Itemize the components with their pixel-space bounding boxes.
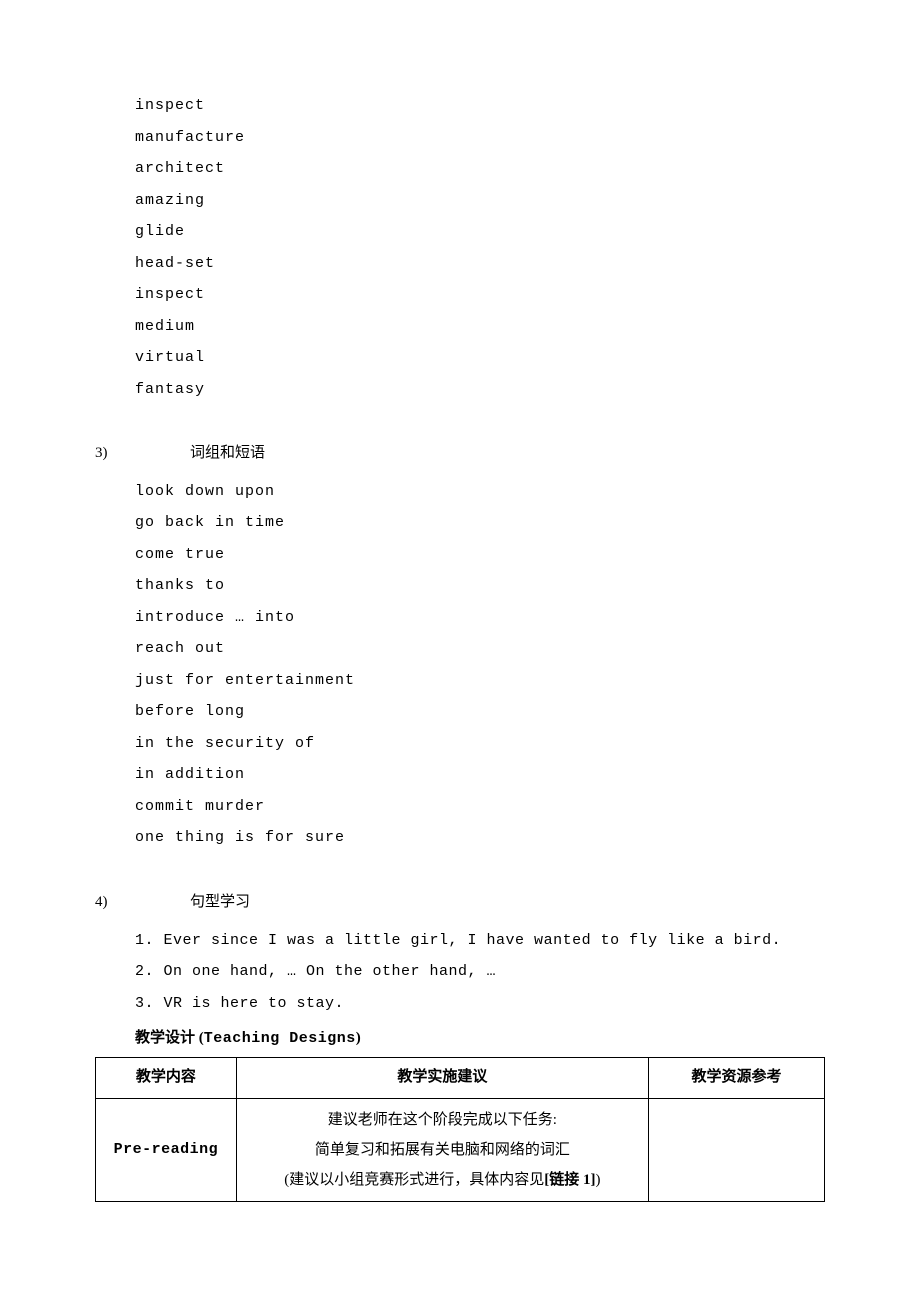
- phrase-item: in addition: [135, 759, 825, 791]
- section-3-header: 3) 词组和短语: [95, 440, 825, 468]
- sentence-item: 3. VR is here to stay.: [135, 988, 825, 1020]
- word-item: glide: [135, 216, 825, 248]
- design-header-close: ): [356, 1030, 361, 1046]
- phrase-item: look down upon: [135, 476, 825, 508]
- section-title: 词组和短语: [190, 440, 265, 468]
- word-item: head-set: [135, 248, 825, 280]
- link-reference: [链接 1]: [544, 1172, 595, 1188]
- word-item: amazing: [135, 185, 825, 217]
- design-header-en: Teaching Designs: [204, 1030, 356, 1047]
- table-row: Pre-reading 建议老师在这个阶段完成以下任务: 简单复习和拓展有关电脑…: [96, 1098, 825, 1201]
- phrase-item: before long: [135, 696, 825, 728]
- table-cell-content: Pre-reading: [96, 1098, 237, 1201]
- suggestion-text: (建议以小组竞赛形式进行，具体内容见: [284, 1172, 544, 1188]
- sentence-item: 1. Ever since I was a little girl, I hav…: [135, 925, 825, 957]
- word-item: fantasy: [135, 374, 825, 406]
- design-header-cn: 教学设计 (: [135, 1030, 204, 1046]
- table-header-suggestion: 教学实施建议: [236, 1057, 648, 1098]
- table-cell-suggestion: 建议老师在这个阶段完成以下任务: 简单复习和拓展有关电脑和网络的词汇 (建议以小…: [236, 1098, 648, 1201]
- sentence-list: 1. Ever since I was a little girl, I hav…: [135, 925, 825, 1020]
- phrase-item: come true: [135, 539, 825, 571]
- section-number: 4): [95, 889, 130, 917]
- phrase-item: introduce … into: [135, 602, 825, 634]
- phrase-item: thanks to: [135, 570, 825, 602]
- suggestion-line: 建议老师在这个阶段完成以下任务:: [245, 1105, 640, 1135]
- teaching-design-table: 教学内容 教学实施建议 教学资源参考 Pre-reading 建议老师在这个阶段…: [95, 1057, 825, 1202]
- table-header-content: 教学内容: [96, 1057, 237, 1098]
- word-item: inspect: [135, 90, 825, 122]
- phrase-list: look down upon go back in time come true…: [135, 476, 825, 854]
- teaching-design-header: 教学设计 (Teaching Designs): [135, 1025, 825, 1053]
- table-header-row: 教学内容 教学实施建议 教学资源参考: [96, 1057, 825, 1098]
- word-item: medium: [135, 311, 825, 343]
- phrase-item: one thing is for sure: [135, 822, 825, 854]
- phrase-item: just for entertainment: [135, 665, 825, 697]
- phrase-item: reach out: [135, 633, 825, 665]
- phrase-item: go back in time: [135, 507, 825, 539]
- phrase-item: in the security of: [135, 728, 825, 760]
- section-number: 3): [95, 440, 130, 468]
- word-item: virtual: [135, 342, 825, 374]
- suggestion-line: 简单复习和拓展有关电脑和网络的词汇: [245, 1135, 640, 1165]
- table-header-resource: 教学资源参考: [649, 1057, 825, 1098]
- word-item: architect: [135, 153, 825, 185]
- vocabulary-word-list: inspect manufacture architect amazing gl…: [135, 90, 825, 405]
- section-title: 句型学习: [190, 889, 250, 917]
- suggestion-line: (建议以小组竞赛形式进行，具体内容见[链接 1]): [245, 1165, 640, 1195]
- word-item: inspect: [135, 279, 825, 311]
- sentence-item: 2. On one hand, … On the other hand, …: [135, 956, 825, 988]
- section-4-header: 4) 句型学习: [95, 889, 825, 917]
- word-item: manufacture: [135, 122, 825, 154]
- table-cell-resource: [649, 1098, 825, 1201]
- suggestion-text: ): [596, 1172, 601, 1188]
- phrase-item: commit murder: [135, 791, 825, 823]
